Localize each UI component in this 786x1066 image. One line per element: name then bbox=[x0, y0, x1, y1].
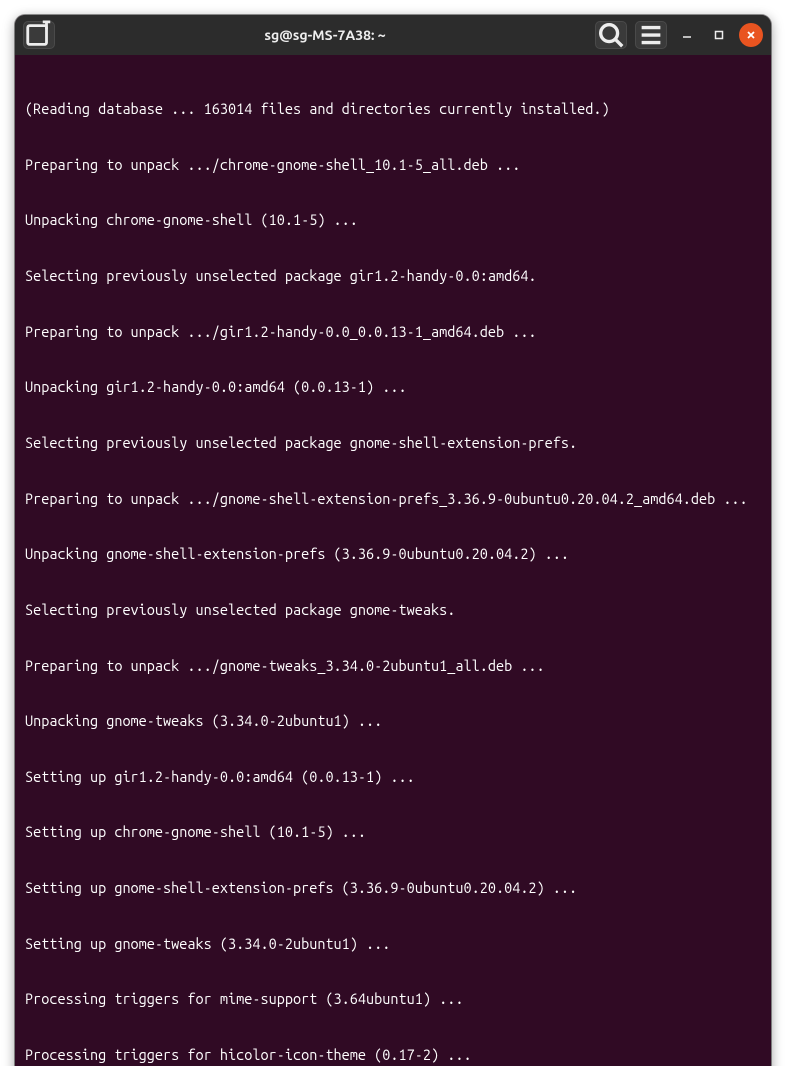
menu-button[interactable] bbox=[635, 21, 667, 49]
output-line: Unpacking chrome-gnome-shell (10.1-5) ..… bbox=[25, 211, 761, 230]
output-line: Setting up chrome-gnome-shell (10.1-5) .… bbox=[25, 823, 761, 842]
output-line: Unpacking gnome-tweaks (3.34.0-2ubuntu1)… bbox=[25, 712, 761, 731]
output-line: Setting up gnome-tweaks (3.34.0-2ubuntu1… bbox=[25, 935, 761, 954]
output-line: Processing triggers for hicolor-icon-the… bbox=[25, 1046, 761, 1065]
output-line: Preparing to unpack .../gnome-shell-exte… bbox=[25, 490, 761, 509]
minimize-button[interactable] bbox=[675, 23, 699, 47]
output-line: Preparing to unpack .../gnome-tweaks_3.3… bbox=[25, 657, 761, 676]
maximize-button[interactable] bbox=[707, 23, 731, 47]
output-line: Selecting previously unselected package … bbox=[25, 601, 761, 620]
titlebar: sg@sg-MS-7A38: ~ bbox=[15, 15, 771, 55]
window-title: sg@sg-MS-7A38: ~ bbox=[63, 27, 587, 43]
output-line: Unpacking gnome-shell-extension-prefs (3… bbox=[25, 545, 761, 564]
output-line: Preparing to unpack .../gir1.2-handy-0.0… bbox=[25, 323, 761, 342]
output-line: Processing triggers for mime-support (3.… bbox=[25, 990, 761, 1009]
output-line: Selecting previously unselected package … bbox=[25, 434, 761, 453]
close-button[interactable] bbox=[739, 23, 763, 47]
search-button[interactable] bbox=[595, 21, 627, 49]
output-line: (Reading database ... 163014 files and d… bbox=[25, 100, 761, 119]
output-line: Setting up gir1.2-handy-0.0:amd64 (0.0.1… bbox=[25, 768, 761, 787]
output-line: Selecting previously unselected package … bbox=[25, 267, 761, 286]
output-line: Unpacking gir1.2-handy-0.0:amd64 (0.0.13… bbox=[25, 378, 761, 397]
terminal-body[interactable]: (Reading database ... 163014 files and d… bbox=[15, 55, 771, 1066]
output-line: Setting up gnome-shell-extension-prefs (… bbox=[25, 879, 761, 898]
output-line: Preparing to unpack .../chrome-gnome-she… bbox=[25, 156, 761, 175]
new-tab-button[interactable] bbox=[23, 21, 55, 49]
titlebar-left bbox=[23, 21, 55, 49]
terminal-window: sg@sg-MS-7A38: ~ bbox=[15, 15, 771, 1066]
titlebar-right bbox=[595, 21, 763, 49]
